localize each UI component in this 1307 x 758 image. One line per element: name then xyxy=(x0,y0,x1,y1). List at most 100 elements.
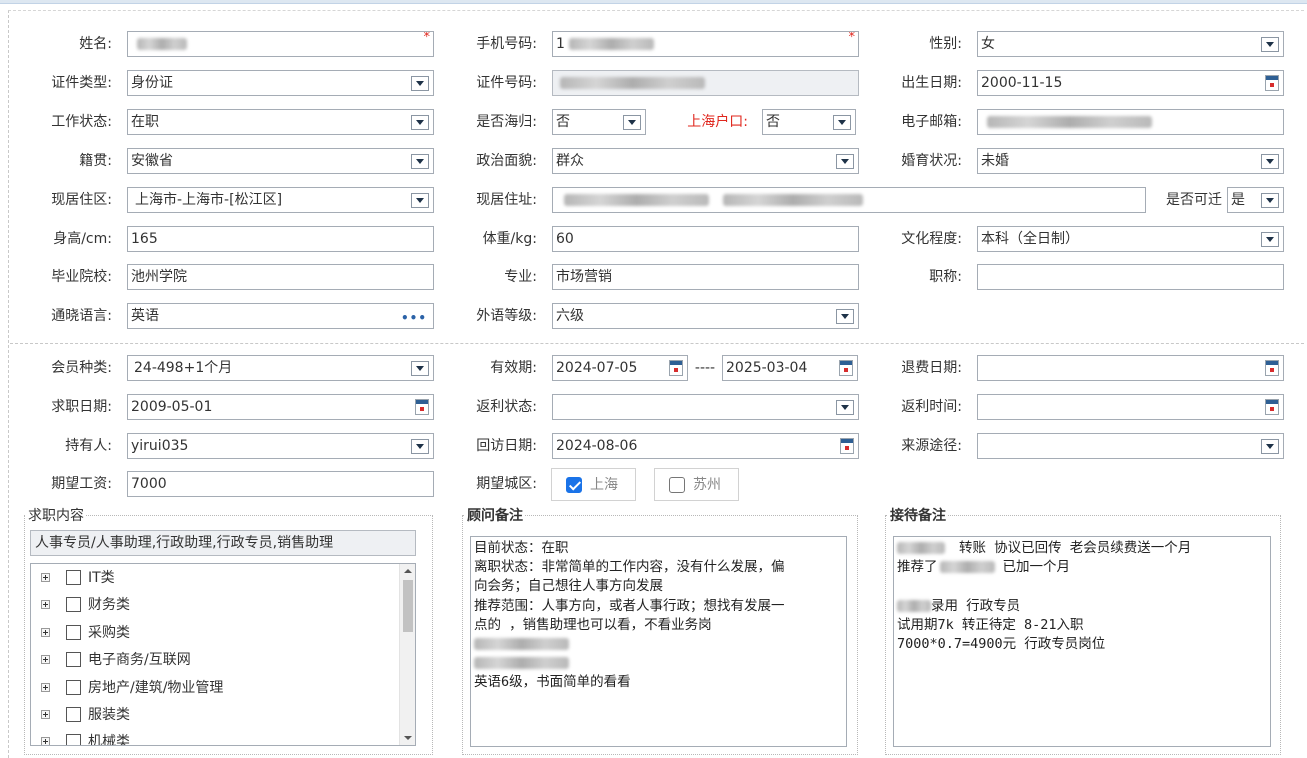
calendar-icon[interactable] xyxy=(839,360,853,376)
native-place-select[interactable]: 安徽省 xyxy=(127,148,434,174)
relocate-select[interactable]: 是 xyxy=(1227,187,1284,213)
dropdown-arrow-icon xyxy=(1261,154,1279,169)
gender-select[interactable]: 女 xyxy=(977,31,1284,57)
weight-input[interactable]: 60 xyxy=(552,226,859,252)
scrollbar-thumb[interactable] xyxy=(403,580,413,632)
scrollbar[interactable] xyxy=(399,564,415,745)
checkbox-icon[interactable] xyxy=(66,734,81,745)
scroll-up-icon[interactable] xyxy=(404,569,412,573)
relocate-value: 是 xyxy=(1231,192,1245,208)
political-value: 群众 xyxy=(556,153,584,169)
education-select[interactable]: 本科（全日制） xyxy=(977,226,1284,252)
note-line: 英语6级，书面简单的看看 xyxy=(474,674,631,691)
district-value: 上海市-上海市-[松江区] xyxy=(135,192,283,208)
dropdown-arrow-icon xyxy=(836,154,854,169)
salary-input[interactable]: 7000 xyxy=(127,471,434,497)
note-line: 7000*0.7=4900元 行政专员岗位 xyxy=(897,635,1106,652)
id-type-select[interactable]: 身份证 xyxy=(127,70,434,96)
expand-icon[interactable] xyxy=(41,600,50,610)
marital-label: 婚育状况: xyxy=(901,153,962,169)
required-star: * xyxy=(848,31,856,45)
valid-start-input[interactable]: 2024-07-05 xyxy=(552,355,688,381)
refund-date-input[interactable] xyxy=(977,355,1284,381)
id-number-input[interactable] xyxy=(552,70,859,96)
major-input[interactable]: 市场营销 xyxy=(552,264,859,290)
note-text: 已加一个月 xyxy=(1002,559,1071,576)
dropdown-arrow-icon xyxy=(836,309,854,324)
checkbox-icon[interactable] xyxy=(66,679,81,695)
gender-label: 性别: xyxy=(929,36,962,52)
expand-icon[interactable] xyxy=(41,682,50,692)
source-select[interactable] xyxy=(977,433,1284,459)
note-line: 转账 协议已回传 老会员续费送一个月 xyxy=(897,539,1267,558)
note-line: 点的 ，销售助理也可以看，不看业务岗 xyxy=(474,616,712,633)
calendar-icon[interactable] xyxy=(840,438,854,454)
city-option-label: 上海 xyxy=(590,477,618,493)
expand-icon[interactable] xyxy=(41,573,50,582)
job-date-input[interactable]: 2009-05-01 xyxy=(127,394,434,420)
name-label: 姓名: xyxy=(79,36,112,52)
hukou-select[interactable]: 否 xyxy=(762,109,856,135)
height-input[interactable]: 165 xyxy=(127,226,434,252)
scroll-down-icon[interactable] xyxy=(404,736,412,740)
note-text: 转账 协议已回传 老会员续费送一个月 xyxy=(959,540,1192,556)
checkbox-icon[interactable] xyxy=(66,597,81,613)
birth-date-input[interactable]: 2000-11-15 xyxy=(977,70,1284,96)
languages-input[interactable]: 英语 ••• xyxy=(127,303,434,329)
returnee-select[interactable]: 否 xyxy=(552,109,646,135)
section-divider xyxy=(10,343,1304,344)
checkbox-icon[interactable] xyxy=(669,477,685,493)
dropdown-arrow-icon xyxy=(411,76,429,91)
expand-icon[interactable] xyxy=(41,627,50,637)
education-label: 文化程度: xyxy=(901,231,962,247)
consultant-notes-title: 顾问备注 xyxy=(465,506,525,526)
school-input[interactable]: 池州学院 xyxy=(127,264,434,290)
expand-icon[interactable] xyxy=(41,710,50,719)
expand-icon[interactable] xyxy=(41,655,50,665)
calendar-icon[interactable] xyxy=(669,360,683,376)
reception-notes-textarea[interactable]: 转账 协议已回传 老会员续费送一个月 推荐了 已加一个月 录用 行政专员 试用期7… xyxy=(893,536,1271,747)
calendar-icon[interactable] xyxy=(1265,360,1279,376)
checkbox-checked-icon[interactable] xyxy=(566,477,582,493)
checkbox-icon[interactable] xyxy=(66,570,81,585)
calendar-icon[interactable] xyxy=(1265,399,1279,415)
category-tree[interactable]: IT类 财务类 采购类 电子商务/互联网 房地产/建筑/物业管理 服装类 机械类 xyxy=(30,563,416,746)
political-select[interactable]: 群众 xyxy=(552,148,859,174)
valid-end-input[interactable]: 2025-03-04 xyxy=(722,355,858,381)
consultant-notes-textarea[interactable]: 目前状态：在职 离职状态：非常简单的工作内容，没有什么发展，偏 向会务；自己想往… xyxy=(470,536,847,747)
checkbox-icon[interactable] xyxy=(66,624,81,640)
native-place-label: 籍贯: xyxy=(79,153,112,169)
holder-select[interactable]: yirui035 xyxy=(127,433,434,459)
city-option-suzhou[interactable]: 苏州 xyxy=(654,468,739,501)
marital-select[interactable]: 未婚 xyxy=(977,148,1284,174)
checkbox-icon[interactable] xyxy=(66,652,81,668)
holder-label: 持有人: xyxy=(65,438,112,454)
visit-date-label: 回访日期: xyxy=(476,438,537,454)
id-type-value: 身份证 xyxy=(131,75,173,91)
education-value: 本科（全日制） xyxy=(981,231,1079,247)
languages-label: 通晓语言: xyxy=(51,308,112,324)
tree-item-label: 电子商务/互联网 xyxy=(88,652,191,669)
calendar-icon[interactable] xyxy=(1265,75,1279,91)
rebate-status-select[interactable] xyxy=(552,394,859,420)
district-select[interactable]: 上海市-上海市-[松江区] xyxy=(127,187,434,213)
title-input[interactable] xyxy=(977,264,1284,290)
dropdown-arrow-icon xyxy=(411,115,429,130)
email-input[interactable] xyxy=(977,109,1284,135)
member-type-select[interactable]: 24-498+1个月 xyxy=(127,355,434,381)
city-option-shanghai[interactable]: 上海 xyxy=(551,468,636,501)
checkbox-icon[interactable] xyxy=(66,707,81,722)
mobile-input[interactable]: 1 * xyxy=(552,31,859,57)
name-input[interactable]: * xyxy=(127,31,434,57)
foreign-level-select[interactable]: 六级 xyxy=(552,303,859,329)
more-icon[interactable]: ••• xyxy=(401,312,427,324)
source-label: 来源途径: xyxy=(901,438,962,454)
tree-item-label: IT类 xyxy=(88,570,115,586)
calendar-icon[interactable] xyxy=(415,399,429,415)
visit-date-input[interactable]: 2024-08-06 xyxy=(552,433,859,459)
expand-icon[interactable] xyxy=(41,737,50,745)
address-input[interactable] xyxy=(552,187,1146,213)
work-status-select[interactable]: 在职 xyxy=(127,109,434,135)
rebate-time-input[interactable] xyxy=(977,394,1284,420)
blurred-address xyxy=(723,194,863,206)
